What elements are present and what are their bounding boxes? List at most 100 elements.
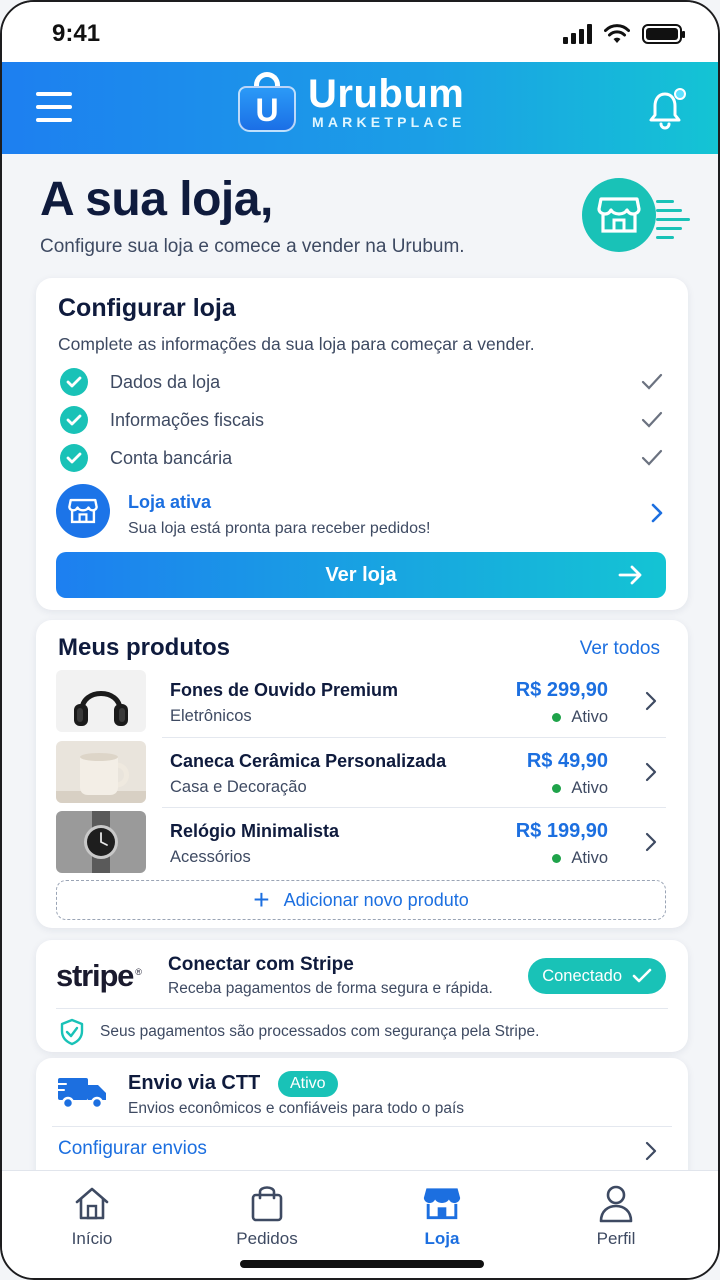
setup-store-card: Configurar loja Complete as informações … xyxy=(36,278,688,610)
nav-label: Loja xyxy=(424,1229,460,1248)
arrow-right-icon xyxy=(618,565,642,585)
home-indicator xyxy=(240,1260,484,1268)
store-status-subtitle: Sua loja está pronta para receber pedido… xyxy=(128,520,431,537)
secure-text: Seus pagamentos são processados com segu… xyxy=(100,1023,540,1040)
configure-shipping-link[interactable]: Configurar envios xyxy=(58,1138,207,1160)
plus-icon: + xyxy=(253,884,270,915)
view-store-label: Ver loja xyxy=(325,563,397,586)
cellular-signal-icon xyxy=(563,24,592,44)
checkmark-icon xyxy=(641,449,663,466)
product-status-label: Ativo xyxy=(571,849,608,867)
store-icon xyxy=(597,197,641,233)
shipping-title: Envio via CTT xyxy=(128,1072,261,1094)
products-title: Meus produtos xyxy=(58,634,230,661)
notifications-button[interactable] xyxy=(648,88,686,130)
product-price: R$ 299,90 xyxy=(515,679,608,701)
chevron-right-icon[interactable] xyxy=(644,1140,658,1162)
wifi-icon xyxy=(604,24,630,43)
shopping-bag-logo-icon: U xyxy=(238,72,296,132)
nav-item-inicio[interactable]: Início xyxy=(32,1183,152,1249)
divider xyxy=(162,807,666,808)
product-row[interactable]: Relógio Minimalista Acessórios R$ 199,90… xyxy=(56,811,668,875)
brand-logo[interactable]: U Urubum MARKETPLACE xyxy=(238,72,466,132)
status-dot xyxy=(552,784,562,793)
chevron-right-icon xyxy=(645,832,657,852)
menu-button[interactable] xyxy=(36,92,72,122)
product-price: R$ 49,90 xyxy=(526,750,608,772)
setup-step-label: Informações fiscais xyxy=(110,409,265,430)
chevron-right-icon xyxy=(645,691,657,711)
setup-step-label: Dados da loja xyxy=(110,371,221,392)
logo-letter: U xyxy=(238,86,296,132)
setup-step[interactable]: Informações fiscais xyxy=(60,405,664,435)
check-circle-icon xyxy=(60,406,88,434)
store-illustration xyxy=(582,178,656,252)
secure-payments-note: Seus pagamentos são processados com segu… xyxy=(60,1018,539,1046)
status-dot xyxy=(552,854,562,863)
product-category: Eletrônicos xyxy=(170,707,252,725)
check-circle-icon xyxy=(60,368,88,396)
product-status: Ativo xyxy=(552,779,608,798)
see-all-link[interactable]: Ver todos xyxy=(580,638,660,660)
connected-label: Conectado xyxy=(542,966,622,985)
shipping-active-badge: Ativo xyxy=(278,1071,338,1097)
home-icon xyxy=(75,1187,109,1220)
app-header: U Urubum MARKETPLACE xyxy=(2,62,718,154)
brand-name: Urubum xyxy=(308,72,465,116)
stripe-connected-badge[interactable]: Conectado xyxy=(528,958,666,994)
bag-icon xyxy=(251,1186,283,1222)
status-icons xyxy=(563,24,685,44)
stripe-subtitle: Receba pagamentos de forma segura e rápi… xyxy=(168,980,493,997)
watch-image xyxy=(56,811,146,873)
product-row[interactable]: Caneca Cerâmica Personalizada Casa e Dec… xyxy=(56,741,668,805)
shield-check-icon xyxy=(60,1018,84,1046)
add-product-button[interactable]: + Adicionar novo produto xyxy=(56,880,666,920)
headphones-image xyxy=(56,670,146,732)
page-subtitle: Configure sua loja e comece a vender na … xyxy=(40,236,465,257)
my-products-card: Meus produtos Ver todos Fones de Ouvido … xyxy=(36,620,688,928)
divider xyxy=(52,1126,672,1127)
setup-step[interactable]: Dados da loja xyxy=(60,367,664,397)
menu-icon xyxy=(36,92,72,96)
setup-step[interactable]: Conta bancária xyxy=(60,443,664,473)
store-icon xyxy=(56,484,110,538)
product-category: Acessórios xyxy=(170,848,251,866)
product-category: Casa e Decoração xyxy=(170,778,307,796)
product-name: Relógio Minimalista xyxy=(170,821,340,841)
battery-icon xyxy=(642,24,685,44)
status-dot xyxy=(552,713,562,722)
shipping-subtitle: Envios econômicos e confiáveis para todo… xyxy=(128,1100,465,1117)
nav-item-perfil[interactable]: Perfil xyxy=(556,1183,676,1249)
nav-label: Pedidos xyxy=(236,1229,298,1248)
store-active-row[interactable]: Loja ativa Sua loja está pronta para rec… xyxy=(56,482,668,540)
product-name: Fones de Ouvido Premium xyxy=(170,680,399,700)
notification-dot xyxy=(674,88,686,100)
product-status-label: Ativo xyxy=(571,708,608,726)
nav-label: Início xyxy=(71,1229,113,1248)
checkmark-icon xyxy=(632,968,652,983)
speed-lines-decoration xyxy=(656,200,690,245)
nav-label: Perfil xyxy=(596,1229,636,1248)
chevron-right-icon xyxy=(651,503,663,523)
chevron-right-icon xyxy=(645,762,657,782)
setup-step-label: Conta bancária xyxy=(110,447,233,468)
product-row[interactable]: Fones de Ouvido Premium Eletrônicos R$ 2… xyxy=(56,670,668,734)
stripe-title: Conectar com Stripe xyxy=(168,954,354,975)
page-title: A sua loja, xyxy=(40,173,273,226)
status-time: 9:41 xyxy=(52,20,101,47)
status-bar: 9:41 xyxy=(2,2,718,62)
nav-item-pedidos[interactable]: Pedidos xyxy=(207,1183,327,1249)
product-status: Ativo xyxy=(552,708,608,727)
product-name: Caneca Cerâmica Personalizada xyxy=(170,751,447,771)
stripe-card: stripe ® Conectar com Stripe Receba pagam… xyxy=(36,940,688,1052)
truck-icon xyxy=(56,1078,106,1110)
phone-frame: 9:41 U Urubum MARKETPLACE A sua loja, Co… xyxy=(0,0,720,1280)
nav-item-loja[interactable]: Loja xyxy=(382,1183,502,1249)
product-status-label: Ativo xyxy=(571,779,608,797)
view-store-button[interactable]: Ver loja xyxy=(56,552,666,598)
store-icon xyxy=(423,1188,461,1220)
divider xyxy=(56,1008,668,1009)
check-circle-icon xyxy=(60,444,88,472)
product-price: R$ 199,90 xyxy=(515,820,608,842)
setup-description: Complete as informações da sua loja para… xyxy=(58,334,535,354)
